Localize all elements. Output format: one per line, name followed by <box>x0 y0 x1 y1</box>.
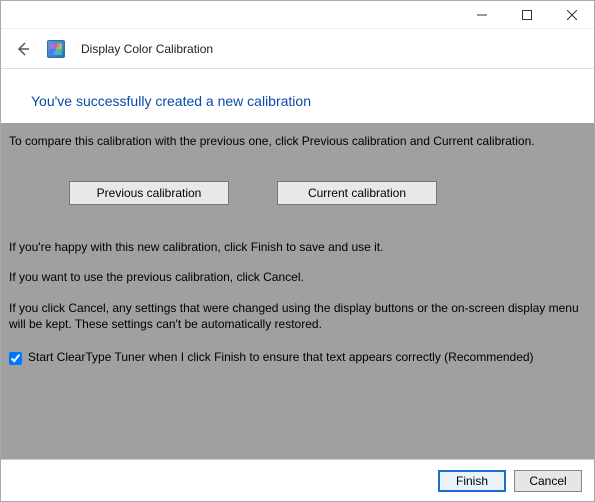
cleartype-checkbox[interactable] <box>9 352 22 365</box>
window-titlebar <box>1 1 594 29</box>
page-heading: You've successfully created a new calibr… <box>1 69 594 123</box>
wizard-footer: Finish Cancel <box>1 459 594 501</box>
previous-calibration-button[interactable]: Previous calibration <box>69 181 229 205</box>
compare-buttons-row: Previous calibration Current calibration <box>9 163 586 225</box>
cancel-hint-text: If you want to use the previous calibrat… <box>9 269 586 285</box>
close-button[interactable] <box>549 1 594 28</box>
current-calibration-button[interactable]: Current calibration <box>277 181 437 205</box>
header-title: Display Color Calibration <box>81 42 213 56</box>
cleartype-row[interactable]: Start ClearType Tuner when I click Finis… <box>9 350 586 365</box>
minimize-button[interactable] <box>459 1 504 28</box>
content-area: To compare this calibration with the pre… <box>1 123 594 459</box>
finish-hint-text: If you're happy with this new calibratio… <box>9 239 586 255</box>
cancel-note-text: If you click Cancel, any settings that w… <box>9 300 586 332</box>
close-icon <box>567 10 577 20</box>
maximize-button[interactable] <box>504 1 549 28</box>
minimize-icon <box>477 10 487 20</box>
compare-intro-text: To compare this calibration with the pre… <box>9 133 586 149</box>
cleartype-label: Start ClearType Tuner when I click Finis… <box>28 350 534 364</box>
wizard-header: Display Color Calibration <box>1 29 594 69</box>
finish-button[interactable]: Finish <box>438 470 506 492</box>
cancel-button[interactable]: Cancel <box>514 470 582 492</box>
arrow-left-icon <box>15 41 31 57</box>
maximize-icon <box>522 10 532 20</box>
calibration-icon <box>47 40 65 58</box>
back-button[interactable] <box>15 41 31 57</box>
